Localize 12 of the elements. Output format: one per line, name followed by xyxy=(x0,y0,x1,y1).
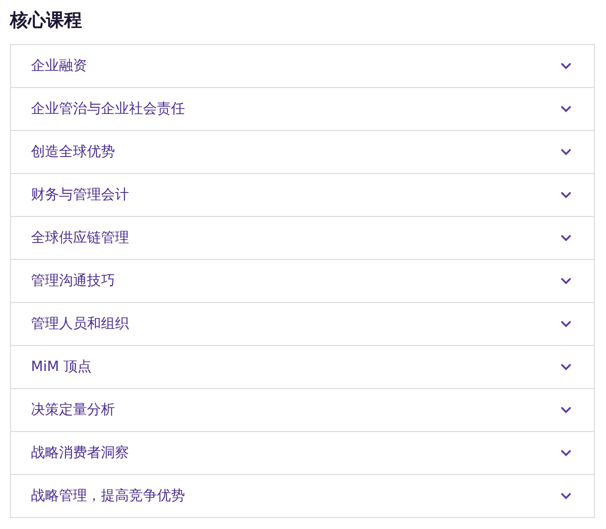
chevron-down-icon xyxy=(560,148,572,156)
chevron-down-icon xyxy=(560,449,572,457)
chevron-down-icon xyxy=(560,234,572,242)
chevron-down-icon xyxy=(560,363,572,371)
section-title: 核心课程 xyxy=(10,9,83,33)
chevron-down-icon xyxy=(560,492,572,500)
chevron-down-icon xyxy=(560,320,572,328)
chevron-down-icon xyxy=(560,191,572,199)
chevron-down-icon xyxy=(560,406,572,414)
chevron-down-icon xyxy=(560,62,572,70)
chevron-down-icon xyxy=(560,105,572,113)
chevron-down-icon xyxy=(560,277,572,285)
